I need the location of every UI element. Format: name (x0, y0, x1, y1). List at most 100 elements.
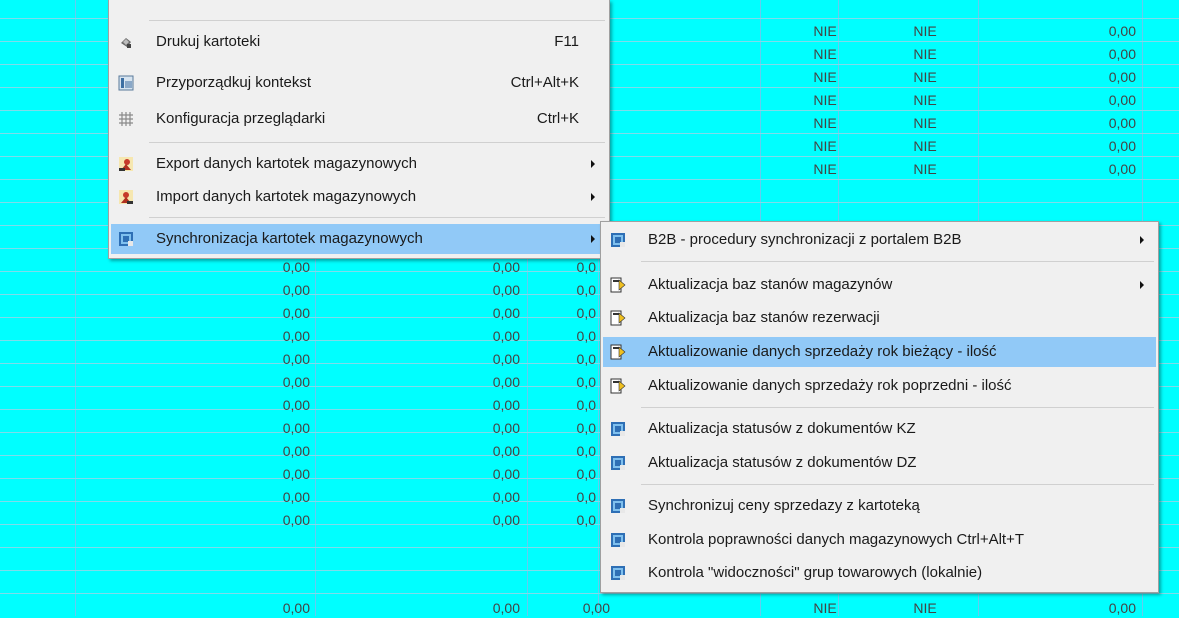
menu-item-shortcut: Ctrl+K (536, 110, 579, 127)
table-cell: 0,0 (576, 443, 596, 459)
table-cell: 0,00 (282, 397, 310, 413)
menu-item-import-data[interactable]: Import danych kartotek magazynowych (111, 182, 607, 212)
submenu-arrow-icon (591, 160, 595, 168)
submenu-arrow-icon (1140, 281, 1144, 289)
table-cell: 0,00 (1108, 138, 1136, 154)
menu-item-label: Kontrola "widoczności" grup towarowych (… (648, 564, 983, 581)
menu-item-export-data[interactable]: Export danych kartotek magazynowych (111, 149, 607, 179)
table-cell: NIE (913, 138, 937, 154)
table-cell: 0,00 (492, 351, 520, 367)
submenu-item-status-dz[interactable]: Aktualizacja statusów z dokumentów DZ (603, 448, 1156, 478)
menu-item-label: Aktualizowanie danych sprzedaży rok bież… (648, 343, 997, 360)
table-cell: NIE (813, 138, 837, 154)
grid-line (0, 593, 1179, 594)
submenu-item-data-check[interactable]: Kontrola poprawności danych magazynowych… (603, 525, 1156, 555)
submenu-arrow-icon (591, 235, 595, 243)
sync-icon (611, 566, 625, 580)
submenu: B2B - procedury synchronizacji z portale… (600, 221, 1159, 593)
menu-item-label: Drukuj kartoteki (156, 33, 261, 50)
table-cell: NIE (913, 600, 937, 616)
table-cell: 0,00 (1108, 92, 1136, 108)
table-cell: 0,00 (492, 420, 520, 436)
update-icon (610, 378, 626, 394)
menu-separator (149, 142, 605, 143)
update-icon (610, 277, 626, 293)
table-cell: 0,0 (576, 466, 596, 482)
menu-separator (641, 407, 1154, 408)
menu-item-label: Aktualizacja baz stanów magazynów (648, 276, 893, 293)
table-cell: 0,0 (576, 420, 596, 436)
menu-item-print-records[interactable]: Drukuj kartoteki F11 (111, 27, 607, 57)
table-cell: 0,00 (282, 351, 310, 367)
table-cell: NIE (913, 69, 937, 85)
submenu-item-status-kz[interactable]: Aktualizacja statusów z dokumentów KZ (603, 414, 1156, 444)
import-icon (119, 190, 133, 204)
submenu-item-visibility-check[interactable]: Kontrola "widoczności" grup towarowych (… (603, 558, 1156, 588)
table-cell: 0,00 (492, 374, 520, 390)
menu-item-shortcut: F11 (554, 33, 579, 50)
table-cell: 0,00 (282, 420, 310, 436)
table-cell: 0,00 (1108, 115, 1136, 131)
submenu-item-stock-update[interactable]: Aktualizacja baz stanów magazynów (603, 270, 1156, 300)
menu-separator (641, 261, 1154, 262)
sync-icon (611, 233, 625, 247)
submenu-arrow-icon (1140, 236, 1144, 244)
printer-icon (121, 38, 131, 48)
menu-item-label: Aktualizacja baz stanów rezerwacji (648, 309, 880, 326)
table-cell: 0,00 (282, 443, 310, 459)
table-cell: NIE (913, 46, 937, 62)
sync-icon (119, 232, 133, 246)
table-cell: 0,00 (282, 328, 310, 344)
table-cell: 0,0 (576, 512, 596, 528)
menu-item-assign-context[interactable]: Przyporządkuj kontekst Ctrl+Alt+K (111, 68, 607, 98)
sync-icon (611, 422, 625, 436)
table-cell: NIE (813, 69, 837, 85)
table-cell: 0,0 (576, 351, 596, 367)
table-cell: NIE (913, 92, 937, 108)
table-cell: 0,00 (492, 259, 520, 275)
table-cell: 0,0 (576, 489, 596, 505)
table-cell: NIE (813, 46, 837, 62)
menu-item-label: Przyporządkuj kontekst (156, 74, 312, 91)
menu-item-label: Aktualizacja statusów z dokumentów DZ (648, 454, 917, 471)
sync-icon (611, 499, 625, 513)
sync-icon (611, 456, 625, 470)
table-cell: 0,00 (282, 374, 310, 390)
menu-item-label: Export danych kartotek magazynowych (156, 155, 417, 172)
table-cell: 0,0 (576, 305, 596, 321)
menu-item-label: Aktualizowanie danych sprzedaży rok popr… (648, 377, 1012, 394)
table-cell: 0,00 (282, 259, 310, 275)
table-cell: 0,00 (492, 305, 520, 321)
table-cell: 0,00 (492, 328, 520, 344)
table-cell: NIE (813, 161, 837, 177)
menu-item-label: Synchronizacja kartotek magazynowych (156, 230, 423, 247)
submenu-item-sales-previous-year[interactable]: Aktualizowanie danych sprzedaży rok popr… (603, 371, 1156, 401)
table-cell: 0,00 (1108, 46, 1136, 62)
export-icon (119, 157, 133, 171)
table-cell: NIE (813, 23, 837, 39)
table-cell: 0,00 (282, 305, 310, 321)
submenu-item-b2b[interactable]: B2B - procedury synchronizacji z portale… (603, 225, 1156, 255)
table-cell: 0,0 (576, 328, 596, 344)
menu-item-browser-config[interactable]: Konfiguracja przeglądarki Ctrl+K (111, 104, 607, 134)
table-cell: 0,00 (492, 397, 520, 413)
submenu-item-reservation-update[interactable]: Aktualizacja baz stanów rezerwacji (603, 303, 1156, 333)
table-cell: NIE (913, 161, 937, 177)
menu-item-label: B2B - procedury synchronizacji z portale… (648, 231, 962, 248)
table-cell: 0,00 (282, 282, 310, 298)
menu-item-label: Kontrola poprawności danych magazynowych… (648, 531, 1025, 548)
table-cell: 0,00 (492, 600, 520, 616)
submenu-item-sync-prices[interactable]: Synchronizuj ceny sprzedazy z kartoteką (603, 491, 1156, 521)
context-icon (118, 75, 134, 91)
update-icon (610, 344, 626, 360)
table-cell: 0,00 (282, 600, 310, 616)
table-cell: NIE (813, 115, 837, 131)
table-cell: 0,00 (492, 489, 520, 505)
submenu-arrow-icon (591, 193, 595, 201)
grid-config-icon (119, 112, 133, 126)
menu-separator (149, 20, 605, 21)
submenu-item-sales-current-year[interactable]: Aktualizowanie danych sprzedaży rok bież… (603, 337, 1156, 367)
table-cell: 0,0 (576, 397, 596, 413)
menu-item-sync-records[interactable]: Synchronizacja kartotek magazynowych (111, 224, 607, 254)
table-cell: 0,00 (282, 512, 310, 528)
